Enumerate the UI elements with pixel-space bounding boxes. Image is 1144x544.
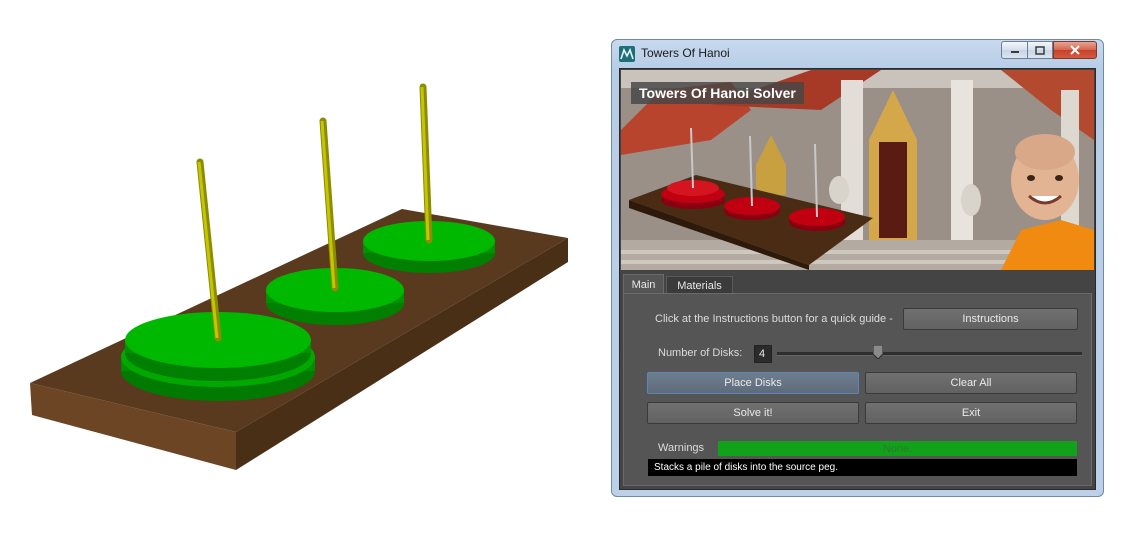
close-icon <box>1070 45 1080 55</box>
number-of-disks-label: Number of Disks: <box>658 347 743 359</box>
maximize-icon <box>1035 45 1045 55</box>
help-status-line: Stacks a pile of disks into the source p… <box>648 459 1077 476</box>
towers-of-hanoi-window: Towers Of Hanoi Towers Of Hanoi Solver M… <box>611 39 1104 497</box>
place-disks-button[interactable]: Place Disks <box>647 372 859 394</box>
window-title: Towers Of Hanoi <box>641 46 730 60</box>
slider-handle-icon <box>872 344 884 360</box>
minimize-icon <box>1010 51 1019 53</box>
disk-count-field[interactable]: 4 <box>754 345 772 363</box>
viewport-3d[interactable] <box>0 0 600 540</box>
tab-main[interactable]: Main <box>623 274 664 294</box>
exit-button[interactable]: Exit <box>865 402 1077 424</box>
main-tab-panel: Click at the Instructions button for a q… <box>623 293 1092 486</box>
instructions-hint-label: Click at the Instructions button for a q… <box>655 313 893 325</box>
disk-count-slider-track[interactable] <box>777 352 1082 356</box>
warnings-status-bar: None. <box>718 441 1077 456</box>
dialog-client-area: Towers Of Hanoi Solver Main Materials Cl… <box>619 68 1096 490</box>
maximize-button[interactable] <box>1027 41 1053 59</box>
minimize-button[interactable] <box>1001 41 1027 59</box>
banner-title: Towers Of Hanoi Solver <box>631 82 804 104</box>
banner-image: Towers Of Hanoi Solver <box>621 70 1094 270</box>
window-controls <box>1001 41 1097 60</box>
clear-all-button[interactable]: Clear All <box>865 372 1077 394</box>
hanoi-scene <box>30 83 568 470</box>
warnings-label: Warnings <box>658 442 705 454</box>
maya-icon <box>619 46 635 62</box>
close-button[interactable] <box>1053 41 1097 59</box>
title-bar[interactable]: Towers Of Hanoi <box>612 40 1103 68</box>
instructions-button[interactable]: Instructions <box>903 308 1078 330</box>
solve-button[interactable]: Solve it! <box>647 402 859 424</box>
disk-count-slider-handle[interactable] <box>872 344 884 360</box>
tab-materials[interactable]: Materials <box>666 276 733 294</box>
